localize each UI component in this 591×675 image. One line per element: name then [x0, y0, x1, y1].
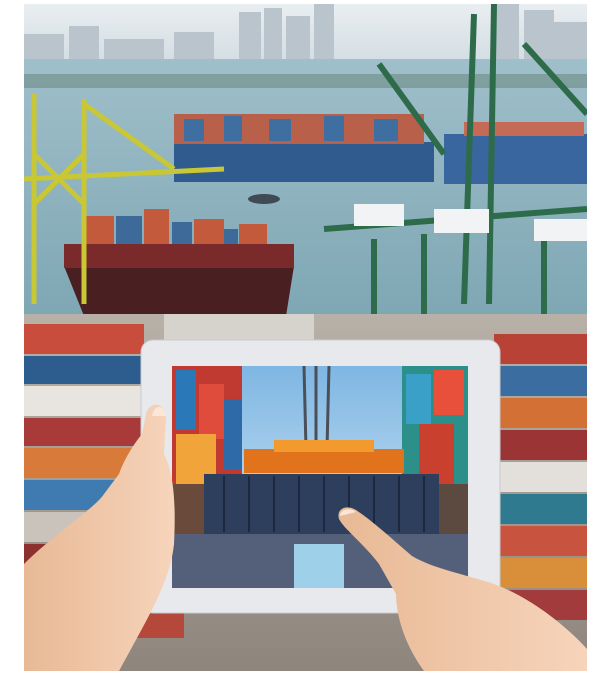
- spreader: [244, 449, 404, 473]
- lifted-container: [204, 474, 439, 534]
- far-ship: [174, 114, 587, 184]
- port-photo: [24, 4, 587, 671]
- near-ship: [64, 209, 294, 316]
